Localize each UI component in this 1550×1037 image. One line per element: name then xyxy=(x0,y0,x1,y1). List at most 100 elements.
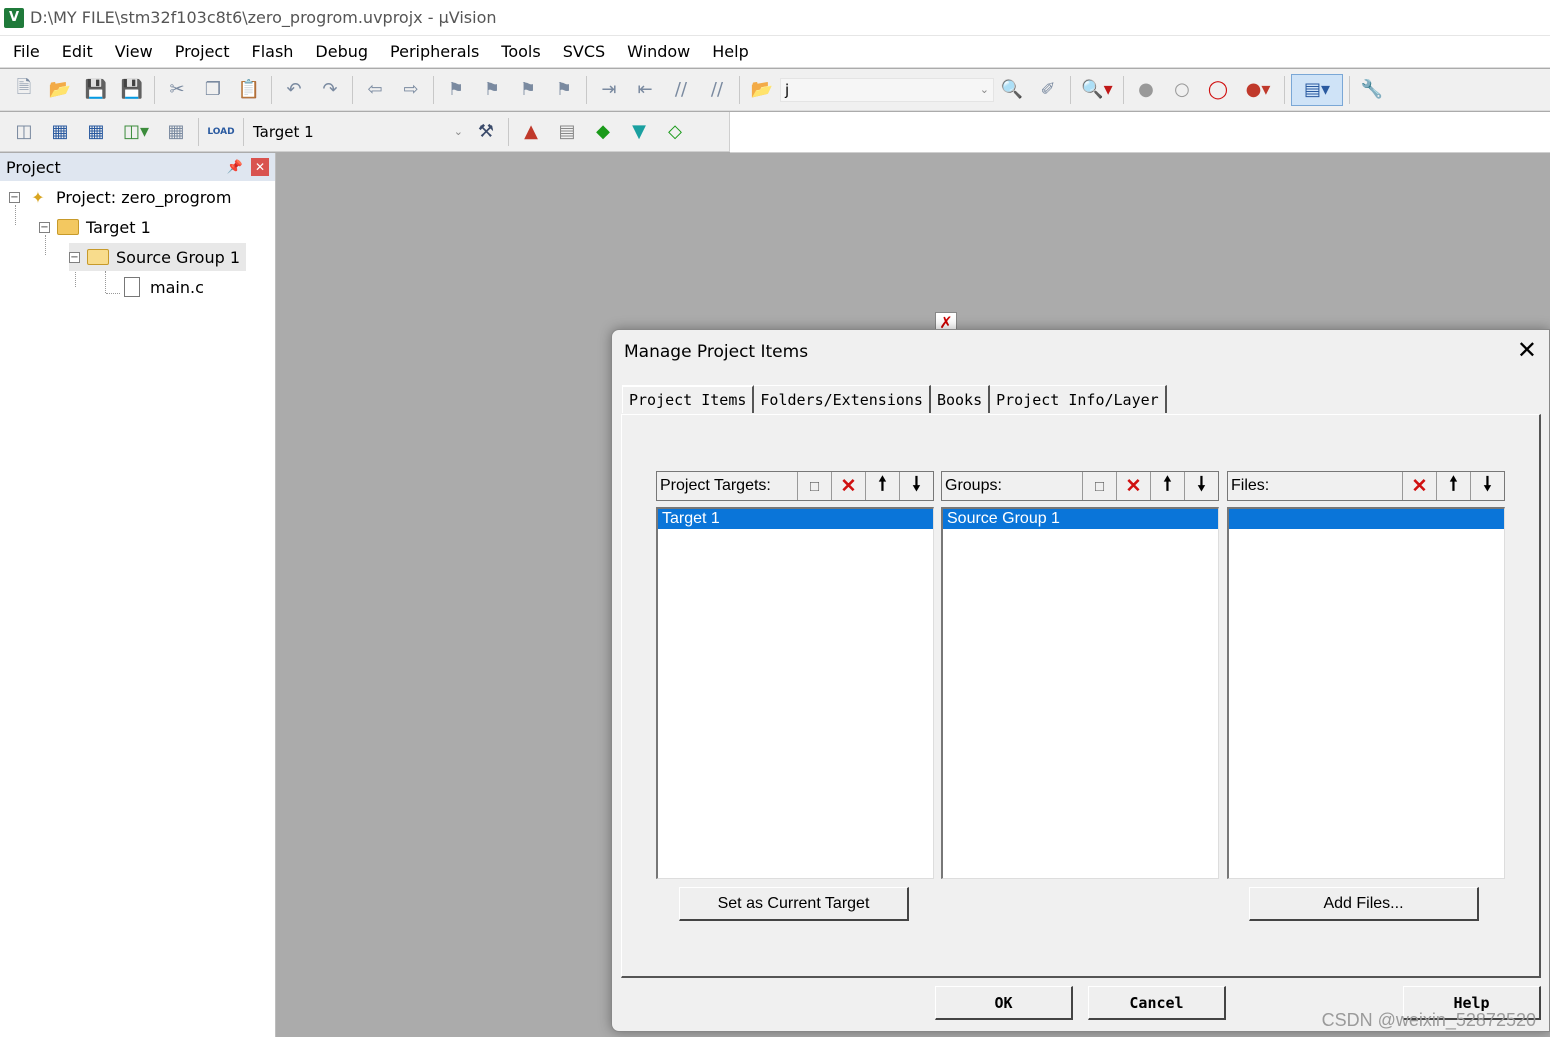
targets-list[interactable]: Target 1 xyxy=(656,507,934,879)
unindent-icon[interactable]: ⇤ xyxy=(629,74,661,106)
tree-label-file: main.c xyxy=(150,277,204,297)
cut-icon[interactable]: ✂ xyxy=(161,74,193,106)
navigate-back-icon[interactable]: ⇦ xyxy=(359,74,391,106)
close-icon[interactable]: ✕ xyxy=(251,158,269,176)
list-item[interactable]: Source Group 1 xyxy=(943,509,1218,529)
set-current-target-button[interactable]: Set as Current Target xyxy=(679,887,909,921)
project-icon: ✦ xyxy=(31,187,45,207)
menu-view[interactable]: View xyxy=(104,36,164,68)
target-select-combo[interactable]: Target 1 ⌄ xyxy=(248,119,468,144)
menu-debug[interactable]: Debug xyxy=(304,36,379,68)
project-panel-header: Project 📌 ✕ xyxy=(0,153,275,181)
undo-icon[interactable]: ↶ xyxy=(278,74,310,106)
delete-icon[interactable]: ✕ xyxy=(831,472,865,500)
translate-icon[interactable]: ◫ xyxy=(8,116,40,148)
menu-flash[interactable]: Flash xyxy=(240,36,304,68)
files-label: Files: xyxy=(1231,477,1270,494)
menu-window[interactable]: Window xyxy=(616,36,701,68)
paste-icon[interactable]: 📋 xyxy=(233,74,265,106)
breakpoint-disable-all-icon[interactable]: ◯ xyxy=(1202,74,1234,106)
delete-icon[interactable]: ✕ xyxy=(1402,472,1436,500)
toolbar-separator xyxy=(586,75,587,104)
breakpoint-insert-icon[interactable]: ● xyxy=(1130,74,1162,106)
menu-help[interactable]: Help xyxy=(701,36,759,68)
breakpoint-kill-all-icon[interactable]: ●▾ xyxy=(1238,74,1278,106)
redo-icon[interactable]: ↷ xyxy=(314,74,346,106)
bookmark-next-icon[interactable]: ⚑ xyxy=(512,74,544,106)
menu-peripherals[interactable]: Peripherals xyxy=(379,36,490,68)
move-up-icon[interactable]: 🠕 xyxy=(865,472,899,500)
menu-file[interactable]: File xyxy=(2,36,51,68)
rebuild-icon[interactable]: ▦ xyxy=(80,116,112,148)
indent-icon[interactable]: ⇥ xyxy=(593,74,625,106)
pin-icon[interactable]: 📌 xyxy=(227,160,243,175)
move-down-icon[interactable]: 🠗 xyxy=(1470,472,1504,500)
configure-wrench-icon[interactable]: 🔧 xyxy=(1356,74,1388,106)
copy-icon[interactable]: ❐ xyxy=(197,74,229,106)
breakpoint-disable-icon[interactable]: ○ xyxy=(1166,74,1198,106)
chevron-down-icon[interactable]: ⌄ xyxy=(980,83,989,96)
ok-button[interactable]: OK xyxy=(935,986,1073,1020)
new-target-icon[interactable]: □ xyxy=(797,472,831,500)
open-folder-icon[interactable]: 📂 xyxy=(44,74,76,106)
menu-tools[interactable]: Tools xyxy=(490,36,551,68)
menu-bar: File Edit View Project Flash Debug Perip… xyxy=(0,36,1550,68)
collapse-icon[interactable]: − xyxy=(39,221,50,233)
delete-icon[interactable]: ✕ xyxy=(1116,472,1150,500)
tree-item-source-group[interactable]: − Source Group 1 xyxy=(69,243,247,271)
tab-project-info-layer[interactable]: Project Info/Layer xyxy=(990,385,1167,413)
build-icon[interactable]: ▦ xyxy=(44,116,76,148)
window-layout-icon[interactable]: ▤▾ xyxy=(1291,73,1343,106)
stop-build-icon[interactable]: ▦ xyxy=(160,116,192,148)
new-group-icon[interactable]: □ xyxy=(1082,472,1116,500)
dialog-tabs: Project Items Folders/Extensions Books P… xyxy=(622,385,1167,413)
options-for-target-icon[interactable]: ⚒ xyxy=(470,116,502,148)
comment-icon[interactable]: // xyxy=(665,74,697,106)
save-icon[interactable]: 💾 xyxy=(80,74,112,106)
tab-project-items[interactable]: Project Items xyxy=(622,385,755,413)
new-file-icon[interactable]: 🗎 xyxy=(8,74,40,106)
groups-header: Groups: □ ✕ 🠕 🠗 xyxy=(941,471,1219,501)
find-combo[interactable]: j ⌄ xyxy=(780,77,994,102)
chevron-down-icon[interactable]: ⌄ xyxy=(454,125,463,138)
menu-edit[interactable]: Edit xyxy=(51,36,104,68)
bookmark-previous-icon[interactable]: ⚑ xyxy=(476,74,508,106)
tree-item-file[interactable]: main.c xyxy=(120,273,204,301)
move-up-icon[interactable]: 🠕 xyxy=(1436,472,1470,500)
move-down-icon[interactable]: 🠗 xyxy=(899,472,933,500)
incremental-find-icon[interactable]: 🔍 xyxy=(996,74,1028,106)
tab-folders-extensions[interactable]: Folders/Extensions xyxy=(754,385,931,413)
move-up-icon[interactable]: 🠕 xyxy=(1150,472,1184,500)
manage-project-items-icon[interactable]: ▲ xyxy=(515,116,547,148)
build-toolbar: ◫ ▦ ▦ ◫▾ ▦ LOAD Target 1 ⌄ ⚒ ▲ ▤ ◆ ▼ ◇ xyxy=(0,112,730,152)
tree-item-project[interactable]: − ✦ Project: zero_progrom xyxy=(9,183,231,211)
tab-books[interactable]: Books xyxy=(930,385,991,413)
list-item[interactable]: Target 1 xyxy=(658,509,933,529)
software-packs-icon[interactable]: ◇ xyxy=(659,116,691,148)
move-down-icon[interactable]: 🠗 xyxy=(1184,472,1218,500)
add-files-button[interactable]: Add Files... xyxy=(1249,887,1479,921)
debug-session-icon[interactable]: 🔍▾ xyxy=(1077,74,1117,106)
menu-project[interactable]: Project xyxy=(164,36,241,68)
bookmark-clear-icon[interactable]: ⚑ xyxy=(548,74,580,106)
browse-icon[interactable]: ✐ xyxy=(1032,74,1064,106)
manage-rte-icon[interactable]: ◆ xyxy=(587,116,619,148)
select-packs-icon[interactable]: ▤ xyxy=(551,116,583,148)
bookmark-toggle-icon[interactable]: ⚑ xyxy=(440,74,472,106)
list-item-empty[interactable] xyxy=(1229,509,1504,529)
close-icon[interactable]: ✕ xyxy=(1517,338,1537,362)
collapse-icon[interactable]: − xyxy=(69,251,80,263)
menu-svcs[interactable]: SVCS xyxy=(552,36,616,68)
uncomment-icon[interactable]: // xyxy=(701,74,733,106)
collapse-icon[interactable]: − xyxy=(9,191,20,203)
save-all-icon[interactable]: 💾 xyxy=(116,74,148,106)
tree-item-target[interactable]: − Target 1 xyxy=(39,213,151,241)
files-list[interactable] xyxy=(1227,507,1505,879)
groups-list[interactable]: Source Group 1 xyxy=(941,507,1219,879)
pack-installer-icon[interactable]: ▼ xyxy=(623,116,655,148)
download-load-icon[interactable]: LOAD xyxy=(205,116,237,148)
navigate-forward-icon[interactable]: ⇨ xyxy=(395,74,427,106)
batch-build-icon[interactable]: ◫▾ xyxy=(116,116,156,148)
find-in-files-icon[interactable]: 📂 xyxy=(746,74,778,106)
cancel-button[interactable]: Cancel xyxy=(1088,986,1226,1020)
